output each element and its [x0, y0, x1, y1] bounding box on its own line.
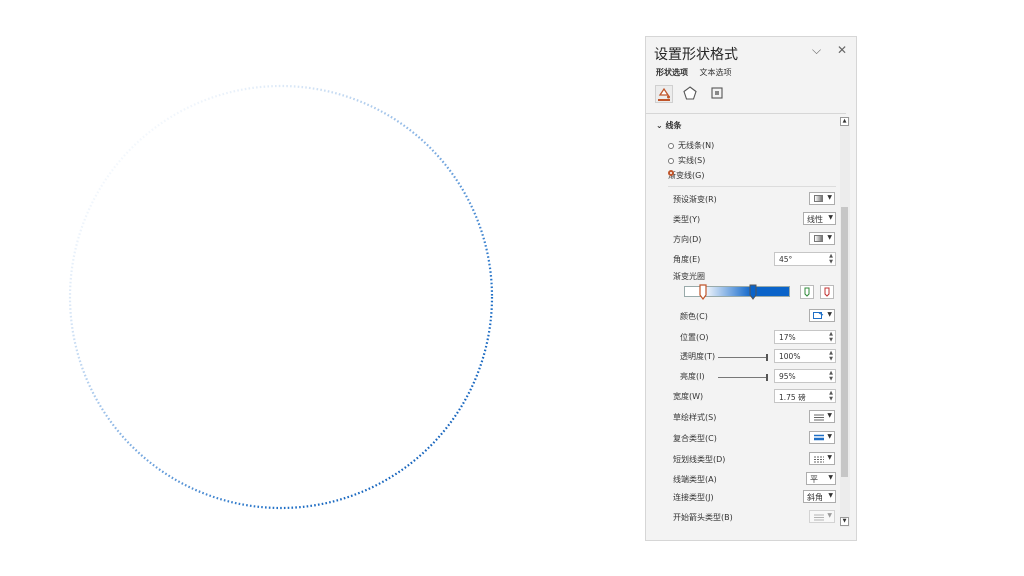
radio-solid-line[interactable]: 实线(S): [668, 155, 705, 166]
sketch-style-button[interactable]: ▼: [809, 410, 835, 423]
preset-gradient-button[interactable]: ▼: [809, 192, 835, 205]
scroll-thumb[interactable]: [841, 207, 848, 477]
section-divider: [668, 186, 836, 187]
radio-icon: [668, 157, 674, 164]
spinner-icon[interactable]: ▲ ▼: [829, 350, 833, 362]
radio-gradient-line[interactable]: 渐变线(G): [668, 170, 704, 181]
angle-input[interactable]: 45° ▲ ▼: [774, 252, 836, 266]
pentagon-effects-icon[interactable]: [682, 85, 700, 103]
outline-pen-icon: [813, 312, 824, 319]
pane-scrollbar[interactable]: ▲ ▼: [840, 117, 850, 527]
color-picker-button[interactable]: ▼: [809, 309, 835, 322]
width-label: 宽度(W): [673, 392, 704, 401]
type-label: 类型(Y): [673, 215, 701, 224]
chevron-down-icon: ⌄: [656, 121, 663, 130]
tab-separator: [646, 113, 846, 114]
spinner-icon[interactable]: ▲ ▼: [829, 390, 833, 402]
gradient-swatch-icon: [814, 235, 823, 242]
remove-gradient-stop-icon[interactable]: [820, 285, 834, 299]
transparency-input[interactable]: 100% ▲ ▼: [774, 349, 836, 363]
compound-type-button[interactable]: ▼: [809, 431, 835, 444]
begin-arrow-type-label: 开始箭头类型(B): [673, 513, 733, 522]
fill-line-icon[interactable]: [655, 85, 673, 103]
brightness-label: 亮度(I): [680, 372, 705, 381]
cap-type-select[interactable]: 平 ▼: [806, 472, 836, 485]
caret-down-icon: ▼: [828, 214, 833, 221]
brightness-slider[interactable]: [718, 374, 768, 381]
caret-down-icon: ▼: [827, 433, 832, 440]
line-section-header[interactable]: ⌄ 线条: [656, 120, 682, 131]
transparency-label: 透明度(T): [680, 352, 716, 361]
add-gradient-stop-icon[interactable]: [800, 285, 814, 299]
sketch-lines-icon: [814, 414, 824, 421]
gradient-stop-2[interactable]: [749, 284, 757, 300]
slide-canvas[interactable]: [0, 0, 640, 576]
color-label: 颜色(C): [680, 312, 708, 321]
dash-lines-icon: [814, 456, 824, 463]
type-select[interactable]: 线性 ▼: [803, 212, 836, 225]
arrow-lines-icon: [814, 514, 824, 521]
caret-down-icon: ▼: [827, 311, 832, 318]
transparency-slider[interactable]: [718, 354, 768, 361]
slider-knob[interactable]: [766, 374, 768, 381]
scroll-up-icon[interactable]: ▲: [840, 117, 849, 126]
join-type-label: 连接类型(J): [673, 493, 714, 502]
direction-button[interactable]: ▼: [809, 232, 835, 245]
option-tabs: 形状选项 文本选项: [656, 67, 741, 78]
radio-icon: [668, 142, 674, 149]
close-icon[interactable]: ✕: [837, 43, 847, 57]
spinner-icon[interactable]: ▲ ▼: [829, 331, 833, 343]
gradient-swatch-icon: [814, 195, 823, 202]
compound-type-label: 复合类型(C): [673, 434, 717, 443]
slider-knob[interactable]: [766, 354, 768, 361]
caret-down-icon: ▼: [827, 234, 832, 241]
width-input[interactable]: 1.75 磅 ▲ ▼: [774, 389, 836, 403]
pane-title: 设置形状格式: [654, 47, 738, 63]
caret-down-icon: ▼: [827, 412, 832, 419]
gradient-stops-label: 渐变光圈: [673, 272, 705, 281]
caret-down-icon: ▼: [827, 512, 832, 519]
tab-text-options[interactable]: 文本选项: [700, 68, 732, 77]
position-input[interactable]: 17% ▲ ▼: [774, 330, 836, 344]
dotted-gradient-circle[interactable]: [68, 84, 494, 510]
cap-type-label: 线端类型(A): [673, 475, 717, 484]
caret-down-icon: ▼: [828, 492, 833, 499]
direction-label: 方向(D): [673, 235, 702, 244]
dash-type-button[interactable]: ▼: [809, 452, 835, 465]
caret-down-icon: ▼: [827, 194, 832, 201]
begin-arrow-type-button[interactable]: ▼: [809, 510, 835, 523]
sketch-style-label: 草绘样式(S): [673, 413, 717, 422]
dash-type-label: 短划线类型(D): [673, 455, 726, 464]
position-label: 位置(O): [680, 333, 709, 342]
preset-gradient-label: 预设渐变(R): [673, 195, 717, 204]
scroll-down-icon[interactable]: ▼: [840, 517, 849, 526]
spinner-icon[interactable]: ▲ ▼: [829, 253, 833, 265]
join-type-select[interactable]: 斜角 ▼: [803, 490, 836, 503]
radio-selected-icon: [668, 170, 674, 176]
brightness-input[interactable]: 95% ▲ ▼: [774, 369, 836, 383]
caret-down-icon: ▼: [828, 474, 833, 481]
spinner-icon[interactable]: ▲ ▼: [829, 370, 833, 382]
format-shape-pane: 设置形状格式 ⌵ ✕ 形状选项 文本选项 ▲ ▼ ⌄ 线条 无线条(N) 实线(…: [645, 36, 857, 541]
compound-lines-icon: [814, 434, 824, 441]
radio-no-line[interactable]: 无线条(N): [668, 140, 714, 151]
tab-shape-options[interactable]: 形状选项: [656, 68, 688, 77]
angle-label: 角度(E): [673, 255, 701, 264]
gradient-stop-1[interactable]: [699, 284, 707, 300]
size-properties-icon[interactable]: [709, 85, 727, 103]
caret-down-icon: ▼: [827, 454, 832, 461]
chevron-down-icon[interactable]: ⌵: [812, 43, 821, 58]
